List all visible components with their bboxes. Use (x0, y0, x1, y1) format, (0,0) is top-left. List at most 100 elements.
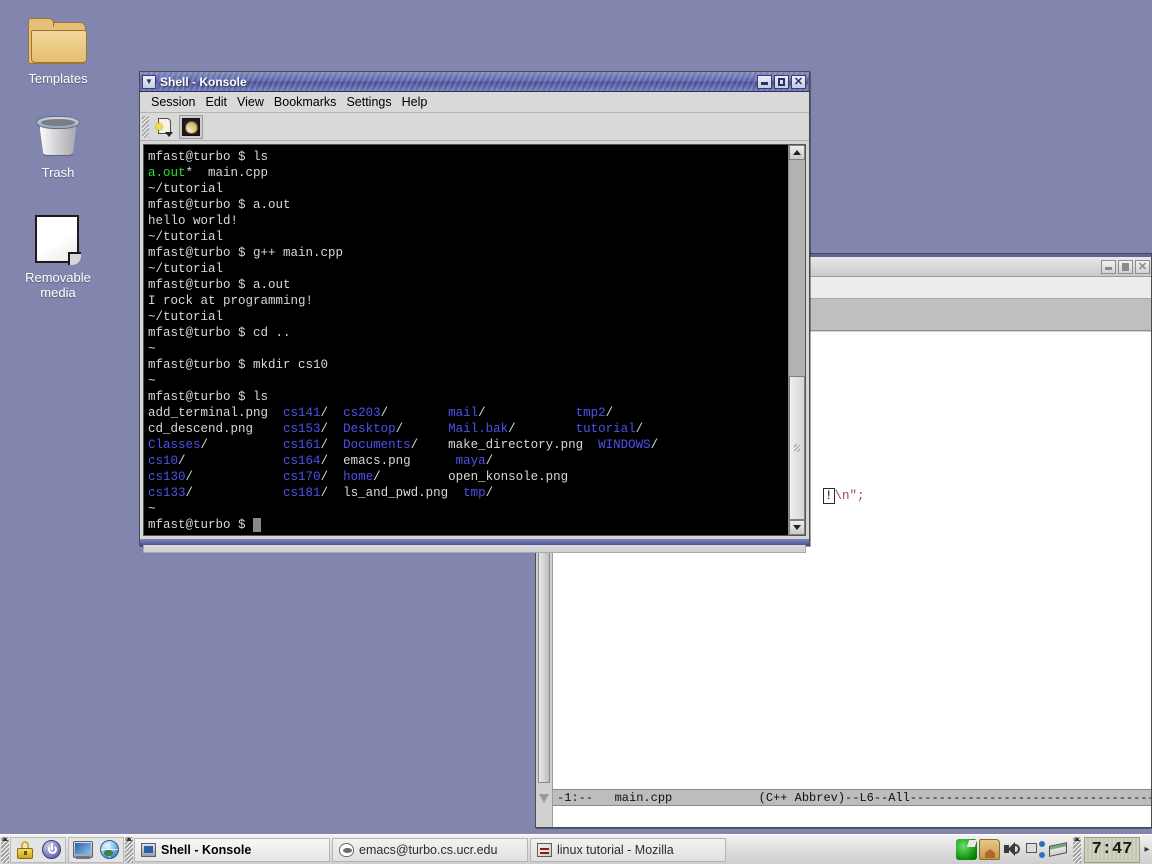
konsole-menubar[interactable]: Session Edit View Bookmarks Settings Hel… (140, 92, 809, 113)
logout-button[interactable] (39, 838, 63, 862)
network-icon[interactable] (1025, 839, 1046, 860)
terminal-span: cs170 (283, 470, 321, 484)
terminal-span: ~/tutorial (148, 182, 224, 196)
menu-item-settings[interactable]: Settings (341, 94, 396, 110)
terminal-line: mfast@turbo $ mkdir cs10 (148, 357, 788, 373)
taskbar-grip-left[interactable] (1, 836, 9, 863)
terminal-scrollbar[interactable] (788, 145, 805, 535)
terminal-span: / (478, 406, 576, 420)
menu-item-session[interactable]: Session (146, 94, 200, 110)
terminal-line: mfast@turbo $ a.out (148, 197, 788, 213)
shell-icon (182, 117, 200, 136)
home-folder-icon[interactable] (979, 839, 1000, 860)
desktop-icon-templates[interactable]: Templates (3, 18, 113, 86)
konsole-close-button[interactable]: ✕ (791, 74, 806, 89)
quick-launch-group-2[interactable] (68, 836, 124, 863)
terminal-line: mfast@turbo $ g++ main.cpp (148, 245, 788, 261)
terminal-line: cs10/ cs164/ emacs.png maya/ (148, 453, 788, 469)
menu-item-edit[interactable]: Edit (200, 94, 232, 110)
menu-item-view[interactable]: View (232, 94, 269, 110)
emacs-minimize-button[interactable] (1101, 259, 1116, 274)
terminal-line: ~ (148, 501, 788, 517)
scrollbar-down-button[interactable] (789, 520, 805, 535)
terminal-line: cs133/ cs181/ ls_and_pwd.png tmp/ (148, 485, 788, 501)
terminal-line: hello world! (148, 213, 788, 229)
terminal-span: hello world! (148, 214, 239, 228)
taskbar-grip-tasks[interactable] (125, 836, 133, 863)
terminal-line: add_terminal.png cs141/ cs203/ mail/ tmp… (148, 405, 788, 421)
terminal-span: maya (455, 454, 486, 468)
task-button-mozilla[interactable]: linux tutorial - Mozilla (530, 837, 726, 862)
terminal-span: mfast@turbo $ a.out (148, 278, 291, 292)
emacs-scrollbar-down-arrow[interactable] (539, 794, 549, 803)
konsole-resize-bar[interactable] (140, 539, 809, 545)
emacs-minibuffer[interactable] (553, 806, 1151, 827)
clock[interactable]: 7:47 (1084, 836, 1140, 863)
terminal-span: tmp2 (575, 406, 606, 420)
terminal-area[interactable]: mfast@turbo $ ls a.out* main.cpp ~/tutoria… (143, 144, 806, 536)
scrollbar-trough[interactable] (789, 160, 805, 520)
terminal-span: mfast@turbo $ a.out (148, 198, 291, 212)
desktop-icon-removable-media[interactable]: Removable media (3, 215, 113, 300)
terminal-span: ~/tutorial (148, 230, 224, 244)
menu-item-help[interactable]: Help (397, 94, 433, 110)
terminal-span: mail (448, 406, 479, 420)
window-menu-icon[interactable]: ▼ (142, 74, 156, 89)
emacs-maximize-button[interactable] (1118, 259, 1133, 274)
show-desktop-button[interactable] (71, 838, 95, 862)
terminal-span: tmp (463, 486, 486, 500)
terminal-span: cs133 (148, 486, 186, 500)
scrollbar-up-button[interactable] (789, 145, 805, 160)
terminal-span: / (320, 406, 344, 420)
terminal-line: mfast@turbo $ ls (148, 149, 788, 165)
terminal-line: cd_descend.png cs153/ Desktop/ Mail.bak/… (148, 421, 788, 437)
taskbar[interactable]: Shell - Konsole emacs@turbo.cs.ucr.edu l… (0, 834, 1152, 864)
terminal-line: ~/tutorial (148, 181, 788, 197)
task-button-label: Shell - Konsole (161, 842, 252, 857)
terminal-span: ~ (148, 502, 156, 516)
terminal-span: / (635, 422, 644, 436)
taskbar-grip-clock[interactable] (1073, 836, 1081, 863)
emacs-close-button[interactable]: ✕ (1135, 259, 1150, 274)
lock-icon (17, 840, 33, 859)
task-button-emacs[interactable]: emacs@turbo.cs.ucr.edu (332, 837, 528, 862)
taskbar-collapse-arrow[interactable]: ▸ (1142, 844, 1152, 855)
shell-session-button[interactable] (179, 114, 203, 139)
konsole-minimize-button[interactable] (757, 74, 772, 89)
terminal-span: / (178, 454, 284, 468)
terminal-span (253, 518, 261, 532)
terminal-line: ~ (148, 341, 788, 357)
task-button-konsole[interactable]: Shell - Konsole (134, 837, 330, 862)
trash-icon (33, 112, 83, 160)
toolbar-grip[interactable] (142, 115, 149, 138)
konsole-window[interactable]: ▼ Shell - Konsole ✕ Session Edit View Bo… (139, 71, 810, 553)
terminal-span: make_directory.png (448, 438, 599, 452)
konsole-titlebar[interactable]: ▼ Shell - Konsole ✕ (140, 72, 809, 92)
terminal-span: cs141 (283, 406, 321, 420)
terminal-span: / (395, 422, 449, 436)
konsole-toolbar[interactable]: ✸ (140, 113, 809, 141)
lock-screen-button[interactable] (13, 838, 37, 862)
terminal-span: mfast@turbo $ g++ main.cpp (148, 246, 344, 260)
terminal-output[interactable]: mfast@turbo $ ls a.out* main.cpp ~/tutoria… (144, 145, 788, 535)
desktop-icon-label-line2: media (40, 285, 76, 300)
terminal-span: cs203 (343, 406, 381, 420)
desktop-icon-label: Trash (41, 165, 75, 180)
quick-launch-group[interactable] (10, 836, 66, 863)
terminal-span: mfast@turbo $ ls (148, 150, 269, 164)
terminal-span: Classes (148, 438, 201, 452)
emacs-code-line: ! \n"; (823, 488, 865, 504)
new-session-button[interactable]: ✸ (152, 115, 176, 139)
konsole-maximize-button[interactable] (774, 74, 789, 89)
notes-icon[interactable] (1048, 839, 1069, 860)
scrollbar-thumb[interactable] (789, 376, 805, 520)
terminal-span: * main.cpp (185, 166, 269, 180)
system-tray[interactable] (953, 839, 1072, 860)
browser-button[interactable] (97, 838, 121, 862)
volume-icon[interactable] (1002, 839, 1023, 860)
klipper-icon[interactable] (956, 839, 977, 860)
terminal-span: / (185, 486, 284, 500)
menu-item-bookmarks[interactable]: Bookmarks (269, 94, 342, 110)
desktop-icon-trash[interactable]: Trash (3, 112, 113, 180)
emacs-modeline: -1:-- main.cpp (C++ Abbrev)--L6--All----… (553, 789, 1151, 806)
